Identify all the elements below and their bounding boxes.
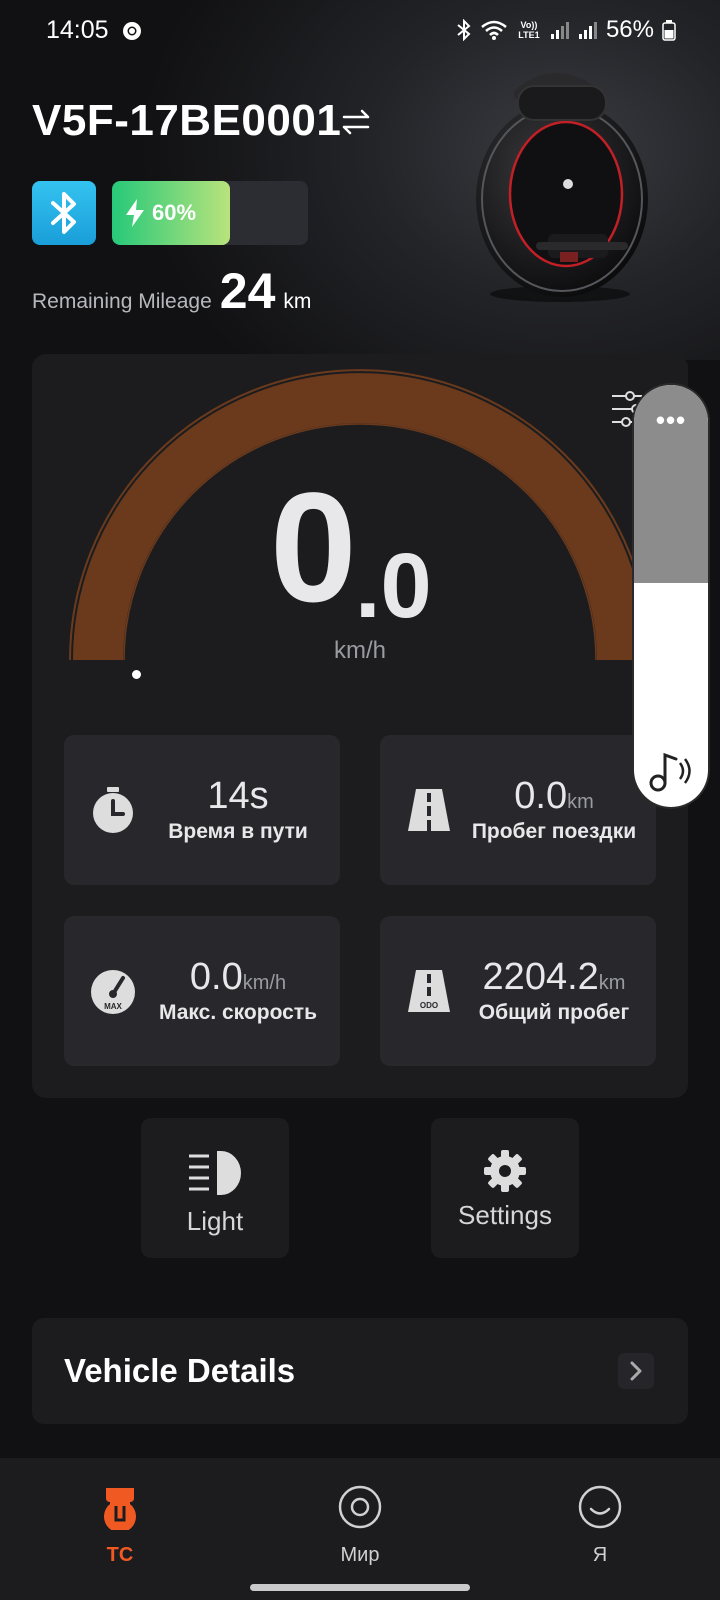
vehicle-details-row[interactable]: Vehicle Details bbox=[32, 1318, 688, 1424]
speed-integer: 0 bbox=[270, 461, 357, 635]
nav-tab-me[interactable]: Я bbox=[530, 1482, 670, 1567]
stat-unit: km bbox=[567, 791, 594, 813]
battery-level-text: 60% bbox=[152, 200, 197, 225]
nav-label: Я bbox=[592, 1544, 608, 1566]
more-dots-icon[interactable]: ••• bbox=[634, 405, 708, 436]
world-circle-icon bbox=[290, 1482, 430, 1532]
stat-max-speed: MAX 0.0km/h Макс. скорость bbox=[64, 916, 340, 1066]
chrome-icon bbox=[123, 22, 141, 40]
vehicle-icon bbox=[50, 1482, 190, 1532]
signal-icon-2 bbox=[578, 22, 597, 39]
status-time: 14:05 bbox=[46, 16, 109, 44]
music-sound-icon[interactable] bbox=[648, 749, 696, 793]
nav-tab-world[interactable]: Мир bbox=[290, 1482, 430, 1567]
nav-tab-tc[interactable]: TC bbox=[50, 1482, 190, 1567]
stat-label: Макс. скорость bbox=[158, 1001, 317, 1024]
light-label: Light bbox=[186, 1206, 244, 1236]
speed-decimal: .0 bbox=[355, 535, 432, 637]
nav-label: TC bbox=[106, 1544, 134, 1566]
stat-unit: km bbox=[598, 972, 626, 994]
floating-sound-panel[interactable]: ••• bbox=[634, 385, 708, 807]
odo-icon-text: ODO bbox=[420, 1001, 438, 1010]
stat-value: 2204.2 bbox=[482, 956, 599, 998]
wifi-icon bbox=[481, 20, 507, 40]
status-bar: 14:05 Vo)) LTE1 56% bbox=[0, 0, 720, 64]
battery-status-icon bbox=[662, 20, 676, 41]
bluetooth-icon bbox=[51, 192, 76, 234]
speed-unit: km/h bbox=[333, 637, 386, 664]
gauge-needle-dot bbox=[132, 670, 141, 679]
mileage-value: 24 bbox=[219, 263, 276, 319]
bluetooth-status-icon bbox=[457, 19, 471, 41]
device-title[interactable]: V5F-17BE0001 bbox=[32, 96, 341, 146]
stat-ride-time: 14s Время в пути bbox=[64, 735, 340, 885]
profile-smile-icon bbox=[530, 1482, 670, 1532]
stat-trip-distance: 0.0km Пробег поездки bbox=[380, 735, 656, 885]
battery-level-bar: 60% bbox=[112, 181, 308, 245]
lightning-icon bbox=[126, 199, 144, 227]
stat-label: Общий пробег bbox=[478, 1001, 630, 1024]
bluetooth-badge[interactable] bbox=[32, 181, 96, 245]
battery-percent: 56% bbox=[605, 16, 654, 43]
stat-label: Пробег поездки bbox=[471, 820, 637, 843]
unicycle-image bbox=[476, 73, 648, 302]
status-icons: Vo)) LTE1 56% bbox=[456, 16, 676, 44]
chevron-right-icon[interactable] bbox=[618, 1353, 654, 1389]
bottom-navigation: TC Мир Я bbox=[0, 1458, 720, 1600]
volte-indicator: Vo)) LTE1 bbox=[518, 20, 540, 40]
stat-total-mileage: ODO 2204.2km Общий пробег bbox=[380, 916, 656, 1066]
vehicle-details-title: Vehicle Details bbox=[64, 1352, 296, 1389]
swap-device-icon[interactable] bbox=[340, 106, 372, 138]
road-icon bbox=[408, 789, 450, 831]
light-button[interactable]: Light bbox=[141, 1118, 289, 1258]
battery-level-label: 60% bbox=[124, 181, 196, 245]
stat-value: 0.0 bbox=[514, 775, 568, 817]
remaining-mileage: Remaining Mileage 24 km bbox=[32, 262, 311, 320]
max-icon-text: MAX bbox=[104, 1002, 122, 1011]
mileage-label: Remaining Mileage bbox=[32, 290, 212, 313]
max-speed-gauge-icon: MAX bbox=[91, 970, 135, 1014]
stat-value: 14s bbox=[207, 775, 269, 817]
gear-icon bbox=[431, 1148, 579, 1194]
stopwatch-icon bbox=[93, 787, 133, 833]
headlight-icon bbox=[141, 1148, 289, 1198]
stat-unit: km/h bbox=[242, 972, 287, 994]
home-indicator[interactable] bbox=[250, 1584, 470, 1591]
odometer-road-icon: ODO bbox=[408, 970, 450, 1012]
nav-label: Мир bbox=[340, 1544, 380, 1566]
stat-value: 0.0 bbox=[189, 956, 243, 998]
settings-button[interactable]: Settings bbox=[431, 1118, 579, 1258]
signal-icon-1 bbox=[550, 22, 569, 39]
settings-label: Settings bbox=[458, 1200, 552, 1230]
stat-label: Время в пути bbox=[168, 820, 308, 843]
mileage-unit: km bbox=[283, 290, 312, 313]
